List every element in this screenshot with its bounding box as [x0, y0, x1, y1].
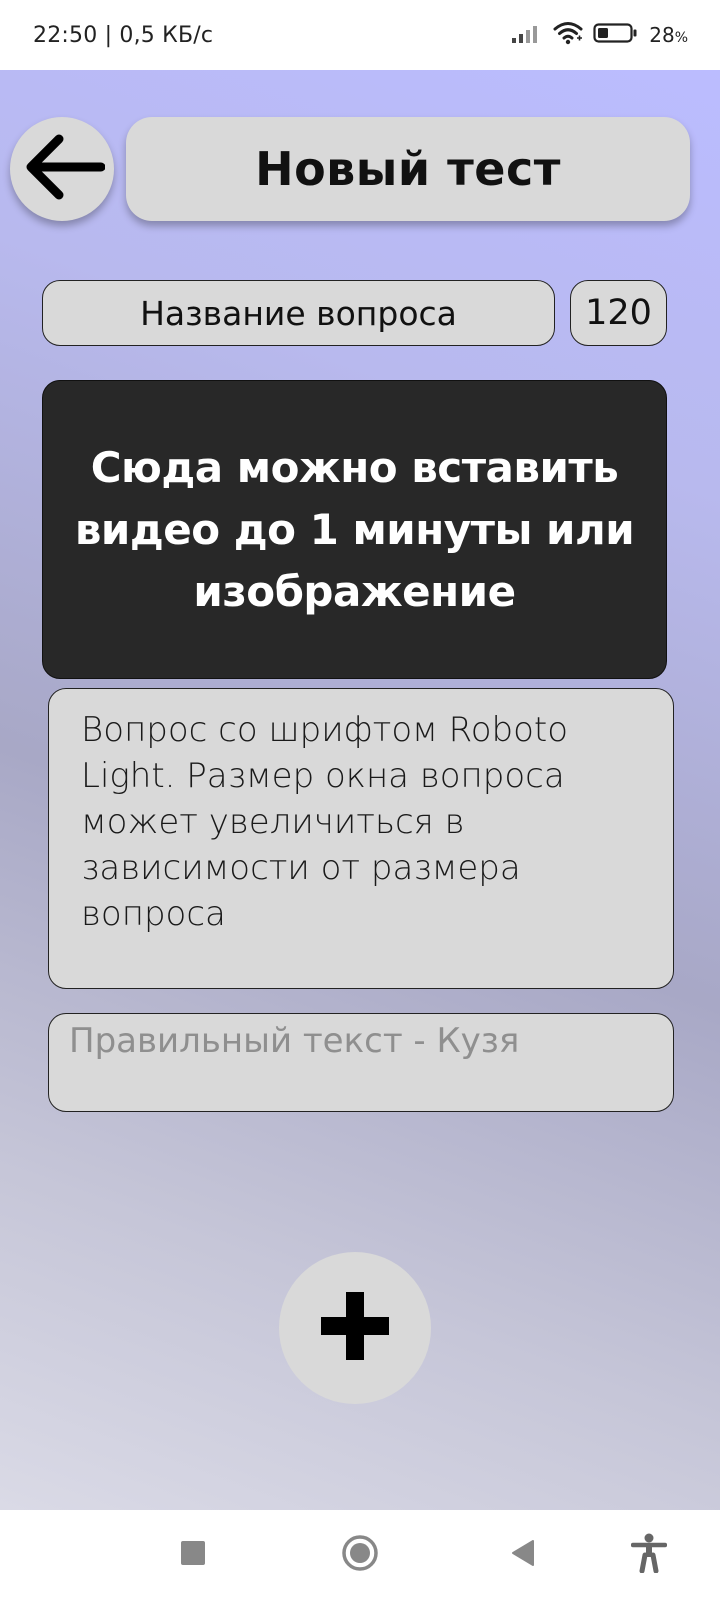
app-screen: Новый тест Название вопроса 120 Сюда мож…	[0, 70, 720, 1510]
accessibility-button[interactable]	[614, 1510, 684, 1600]
home-circle-icon	[341, 1534, 379, 1577]
question-text: Вопрос со шрифтом Roboto Light. Размер о…	[81, 710, 569, 934]
answer-input[interactable]	[69, 1018, 653, 1064]
home-button[interactable]	[325, 1510, 395, 1600]
timer-field[interactable]: 120	[570, 280, 667, 346]
question-text-field[interactable]: Вопрос со шрифтом Roboto Light. Размер о…	[48, 688, 674, 989]
status-bar: 22:50 | 0,5 КБ/с 28%	[0, 0, 720, 70]
plus-icon	[319, 1290, 391, 1367]
add-question-button[interactable]	[279, 1252, 431, 1404]
back-button[interactable]	[10, 117, 114, 221]
signal-icon	[511, 23, 543, 48]
back-triangle-icon	[509, 1539, 537, 1572]
page-title-box: Новый тест	[126, 117, 690, 221]
media-placeholder-text: Сюда можно вставить видео до 1 минуты ил…	[74, 442, 635, 616]
media-upload-area[interactable]: Сюда можно вставить видео до 1 минуты ил…	[42, 380, 667, 679]
battery-percent: 28%	[649, 23, 688, 47]
wifi-icon	[553, 21, 583, 50]
back-nav-button[interactable]	[488, 1510, 558, 1600]
status-time-speed: 22:50 | 0,5 КБ/с	[33, 22, 214, 48]
recents-square-icon	[180, 1540, 206, 1571]
navigation-bar	[0, 1510, 720, 1600]
battery-icon	[593, 22, 639, 49]
page-title: Новый тест	[255, 142, 561, 196]
status-icons: 28%	[511, 21, 688, 50]
recents-button[interactable]	[158, 1510, 228, 1600]
accessibility-icon	[630, 1533, 668, 1578]
question-name-field[interactable]: Название вопроса	[42, 280, 555, 346]
answer-field-container[interactable]	[48, 1013, 674, 1112]
arrow-left-icon	[19, 132, 106, 207]
